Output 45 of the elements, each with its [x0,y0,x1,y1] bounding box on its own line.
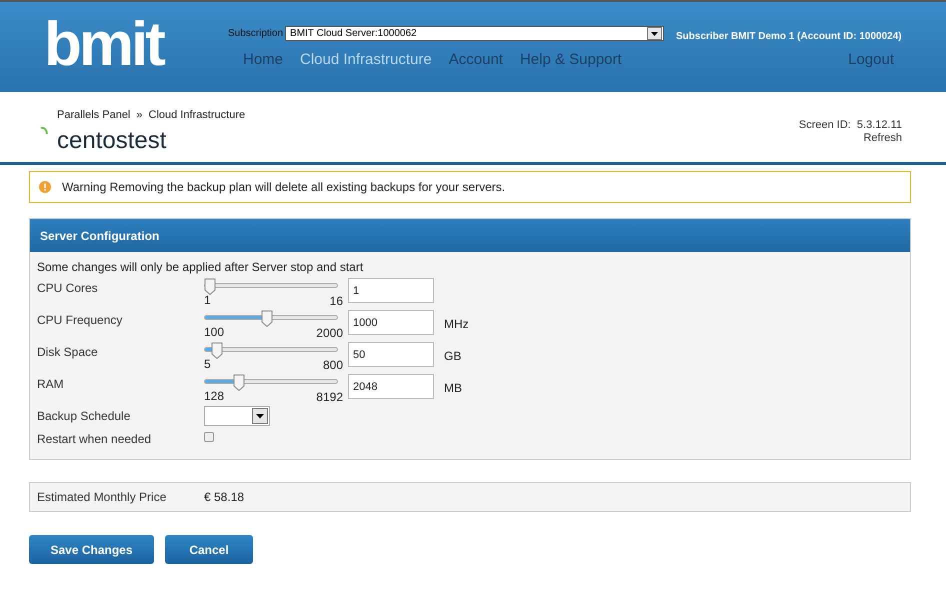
breadcrumb-link[interactable]: Cloud Infrastructure [148,107,246,124]
slider-max: 16 [330,293,343,310]
value-input[interactable]: 50 [348,342,434,367]
panel-note: Some changes will only be applied after Server stop and start [37,259,364,276]
schedule-dropdown[interactable] [204,406,270,426]
screen-id: Screen ID: 5.3.12.11 [798,118,902,133]
field-label: Restart when needed [37,431,152,448]
warning-text: Warning Removing the backup plan will delete all existing backups for your servers. [62,179,506,196]
breadcrumb-separator: » [136,108,142,123]
slider-max: 8192 [316,389,343,406]
field-label: CPU Cores [37,280,99,297]
refresh-link[interactable]: Refresh [863,130,902,146]
unit-label: MB [444,380,462,392]
panel-header: Server Configuration [30,219,910,252]
slider-thumb[interactable] [211,342,224,359]
cancel-button[interactable]: Cancel [165,535,253,564]
value-input[interactable]: 1 [348,278,434,303]
field-label: Backup Schedule [37,408,132,425]
slider-thumb[interactable] [233,374,246,391]
slider-min: 100 [204,324,224,341]
unit-label: GB [444,348,462,360]
logo: bmit [44,10,163,80]
slider-max: 2000 [316,325,343,342]
slider-thumb[interactable] [261,310,274,327]
slider-min: 1 [204,292,211,309]
unit-label: MHz [444,316,469,328]
price-label: Estimated Monthly Price [37,489,168,506]
slider-max: 800 [322,357,343,374]
breadcrumb-link[interactable]: Parallels Panel [57,107,130,124]
slider-min: 5 [204,356,211,373]
field-label: CPU Frequency [37,312,124,329]
warning-icon [39,181,51,193]
slider-min: 128 [204,388,224,405]
price-value: € 58.18 [204,489,244,506]
checkbox[interactable] [204,432,214,442]
value-input[interactable]: 2048 [348,374,434,399]
subscriber-info: Subscriber BMIT Demo 1 (Account ID: 1000024) [676,30,902,44]
value-input[interactable]: 1000 [348,310,434,335]
field-label: Disk Space [37,344,99,361]
page-title: centostest [57,126,166,156]
slider-thumb[interactable] [204,278,216,295]
subscription-label: Subscription [228,27,284,41]
subscription-dropdown[interactable]: BMIT Cloud Server:1000062 [285,26,664,41]
save-button[interactable]: Save Changes [29,535,154,564]
field-label: RAM [37,376,65,393]
